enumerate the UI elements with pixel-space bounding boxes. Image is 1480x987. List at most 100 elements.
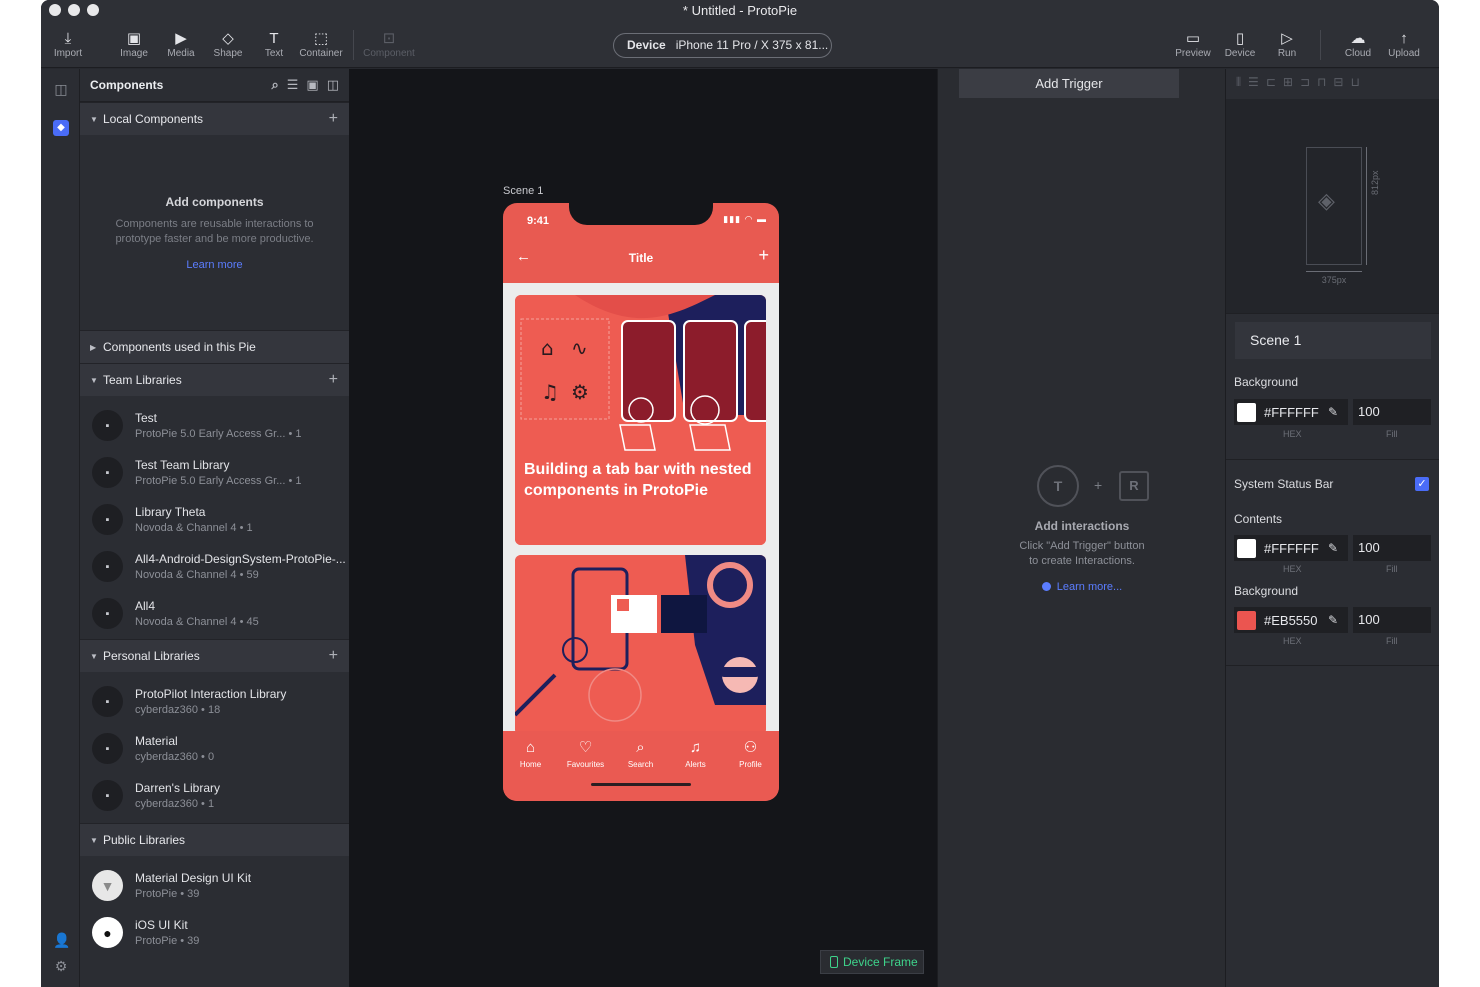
components-panel: Components ⌕ ☰ ▣ ◫ ▼ Local Components + … — [80, 69, 349, 987]
tab-bar: ⌂ Home ♡ Favourites ⌕ Search ♫ Alerts ⚇ Profi… — [503, 731, 779, 801]
svg-text:⌂: ⌂ — [541, 336, 554, 360]
device-selector[interactable]: Device iPhone 11 Pro / X 375 x 81... — [613, 33, 832, 58]
settings-gear-icon[interactable]: ⚙ — [53, 958, 69, 974]
components-used-header[interactable]: ▶ Components used in this Pie — [80, 330, 349, 363]
phone-scene[interactable]: 9:41 ▮▮▮ ◠ ▬ ← Title + ⌂ ∿ ♫ ⚙ Building … — [503, 203, 779, 801]
align-bottom-icon[interactable]: ⊔ — [1350, 75, 1359, 90]
divider — [1226, 459, 1439, 460]
list-item[interactable]: ▪ All4-Android-DesignSystem-ProtoPie-... N… — [80, 543, 349, 590]
trigger-icon: T — [1037, 465, 1079, 507]
library-icon[interactable]: ▣ — [306, 77, 318, 93]
list-view-icon[interactable]: ☰ — [287, 77, 299, 93]
shape-button[interactable]: ◇ Shape — [203, 30, 253, 59]
list-item[interactable]: ▪ Test ProtoPie 5.0 Early Access Gr... • 1 — [80, 402, 349, 449]
hex-caption: HEX — [1283, 429, 1302, 439]
container-button[interactable]: ⬚ Container — [296, 30, 346, 59]
status-background-fill-input[interactable]: 100 — [1353, 607, 1431, 633]
distribute-vertical-icon[interactable]: ☰ — [1248, 75, 1259, 90]
fill-caption: Fill — [1386, 429, 1398, 439]
device-frame-button[interactable]: Device Frame — [820, 950, 924, 974]
align-center-icon[interactable]: ⊞ — [1283, 75, 1293, 90]
phone-icon — [830, 956, 838, 968]
tab-profile[interactable]: ⚇ Profile — [723, 739, 778, 769]
svg-text:♫: ♫ — [541, 380, 559, 404]
team-libraries-header[interactable]: ▼ Team Libraries + — [80, 363, 349, 396]
media-button[interactable]: ▶ Media — [156, 30, 206, 59]
background-swatch[interactable] — [1237, 402, 1256, 422]
library-book-icon: ▪ — [92, 504, 123, 535]
bell-icon: ♫ — [689, 739, 702, 756]
align-right-icon[interactable]: ⊐ — [1300, 75, 1310, 90]
status-background-color-field[interactable]: #EB5550 ✎ — [1234, 607, 1348, 633]
learn-more-link[interactable]: Learn more... — [938, 581, 1226, 593]
layers-panel-icon[interactable]: ◫ — [53, 81, 69, 97]
apple-logo-icon: ● — [92, 917, 123, 948]
components-panel-header: Components ⌕ ☰ ▣ ◫ — [80, 69, 349, 102]
local-components-header[interactable]: ▼ Local Components + — [80, 102, 349, 135]
list-item[interactable]: ▪ All4 Novoda & Channel 4 • 45 — [80, 590, 349, 637]
response-icon: R — [1119, 471, 1149, 501]
text-button[interactable]: T Text — [249, 30, 299, 59]
run-button[interactable]: ▷ Run — [1262, 30, 1312, 59]
align-top-icon[interactable]: ⊓ — [1317, 75, 1326, 90]
device-button[interactable]: ▯ Device — [1215, 30, 1265, 59]
chevron-down-icon: ▼ — [90, 651, 98, 661]
tab-alerts[interactable]: ♫ Alerts — [668, 739, 723, 769]
account-icon[interactable]: 👤 — [53, 932, 70, 948]
tab-search[interactable]: ⌕ Search — [613, 739, 668, 769]
background-label: Background — [1234, 375, 1299, 389]
scene-label[interactable]: Scene 1 — [503, 185, 543, 197]
scene-name-field[interactable]: Scene 1 — [1235, 322, 1431, 359]
list-item[interactable]: ● iOS UI Kit ProtoPie • 39 — [80, 909, 349, 956]
tab-home[interactable]: ⌂ Home — [503, 739, 558, 769]
component-button[interactable]: ⊡ Component — [363, 30, 415, 59]
contents-color-field[interactable]: #FFFFFF ✎ — [1234, 535, 1348, 561]
card-illustration: ⌂ ∿ ♫ ⚙ — [515, 295, 766, 545]
background-color-field[interactable]: #FFFFFF ✎ — [1234, 399, 1348, 425]
align-middle-icon[interactable]: ⊟ — [1333, 75, 1343, 90]
image-button[interactable]: ▣ Image — [109, 30, 159, 59]
preview-button[interactable]: ▭ Preview — [1168, 30, 1218, 59]
align-left-icon[interactable]: ⊏ — [1266, 75, 1276, 90]
eyedropper-icon[interactable]: ✎ — [1328, 405, 1348, 419]
contents-fill-input[interactable]: 100 — [1353, 535, 1431, 561]
list-item[interactable]: ▪ Library Theta Novoda & Channel 4 • 1 — [80, 496, 349, 543]
system-status-bar-checkbox[interactable]: ✓ — [1415, 477, 1429, 491]
list-item[interactable]: ▪ Test Team Library ProtoPie 5.0 Early Acc… — [80, 449, 349, 496]
eyedropper-icon[interactable]: ✎ — [1328, 541, 1348, 555]
import-button[interactable]: ⤓ Import — [43, 30, 93, 59]
width-label: 375px — [1306, 271, 1362, 285]
status-background-swatch[interactable] — [1237, 610, 1256, 630]
list-item[interactable]: ▪ Material cyberdaz360 • 0 — [80, 725, 349, 772]
tab-favourites[interactable]: ♡ Favourites — [558, 739, 613, 769]
cloud-button[interactable]: ☁ Cloud — [1333, 30, 1383, 59]
add-local-component-button[interactable]: + — [329, 110, 338, 128]
components-panel-icon[interactable]: ◆ — [53, 120, 69, 136]
add-icon[interactable]: + — [758, 245, 769, 266]
window-title: * Untitled - ProtoPie — [682, 3, 798, 18]
library-book-icon: ▪ — [92, 686, 123, 717]
add-trigger-button[interactable]: Add Trigger — [959, 69, 1179, 98]
personal-libraries-header[interactable]: ▼ Personal Libraries + — [80, 639, 349, 672]
panel-toggle-icon[interactable]: ◫ — [327, 77, 339, 93]
learn-more-link[interactable]: Learn more — [80, 259, 349, 271]
add-personal-library-button[interactable]: + — [329, 647, 338, 665]
device-notch — [569, 203, 713, 225]
background-fill-input[interactable]: 100 — [1353, 399, 1431, 425]
list-item[interactable]: ▪ Darren's Library cyberdaz360 • 1 — [80, 772, 349, 819]
canvas[interactable]: Scene 1 9:41 ▮▮▮ ◠ ▬ ← Title + ⌂ ∿ ♫ ⚙ B… — [349, 69, 937, 987]
eyedropper-icon[interactable]: ✎ — [1328, 613, 1348, 627]
search-icon[interactable]: ⌕ — [271, 77, 278, 93]
empty-description-line2: to create Interactions. — [1029, 555, 1135, 567]
upload-button[interactable]: ↑ Upload — [1379, 30, 1429, 59]
article-card[interactable]: ⌂ ∿ ♫ ⚙ Building a tab bar with nested c… — [515, 295, 766, 545]
add-team-library-button[interactable]: + — [329, 371, 338, 389]
illustration-card[interactable] — [515, 555, 766, 735]
distribute-horizontal-icon[interactable]: ⫴ — [1236, 75, 1241, 90]
image-icon: ▣ — [126, 30, 142, 47]
contents-swatch[interactable] — [1237, 538, 1256, 558]
list-item[interactable]: ▪ ProtoPilot Interaction Library cyberdaz3… — [80, 678, 349, 725]
public-libraries-header[interactable]: ▼ Public Libraries — [80, 823, 349, 856]
component-icon: ⊡ — [382, 30, 396, 47]
list-item[interactable]: ▼ Material Design UI Kit ProtoPie • 39 — [80, 862, 349, 909]
